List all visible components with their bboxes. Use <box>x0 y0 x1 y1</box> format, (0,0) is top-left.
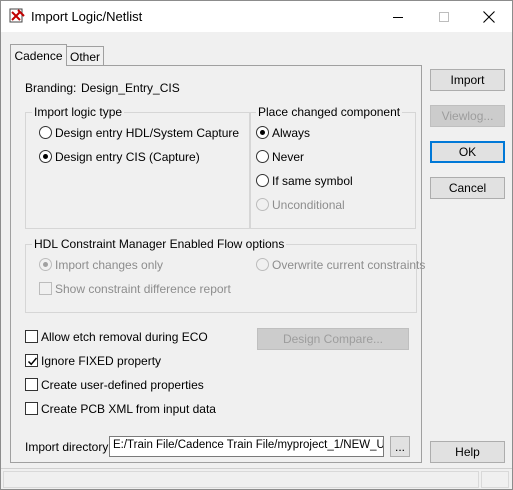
radio-design-entry-hdl[interactable] <box>39 126 52 139</box>
close-icon <box>483 10 495 23</box>
maximize-button <box>421 1 467 32</box>
tab-other[interactable]: Other <box>67 46 104 66</box>
minimize-button[interactable] <box>375 1 421 32</box>
import-directory-label: Import directory: <box>25 440 112 454</box>
radio-always[interactable] <box>256 126 269 139</box>
ok-button-label: OK <box>458 145 477 159</box>
radio-import-changes-only <box>39 258 52 271</box>
radio-overwrite-constraints-label: Overwrite current constraints <box>272 258 426 272</box>
radio-design-entry-hdl-label[interactable]: Design entry HDL/System Capture <box>55 126 239 140</box>
radio-unconditional <box>256 198 269 211</box>
help-button-label: Help <box>455 445 480 459</box>
cancel-button[interactable]: Cancel <box>430 177 505 199</box>
help-button[interactable]: Help <box>430 441 505 463</box>
window-title: Import Logic/Netlist <box>31 9 143 24</box>
checkbox-ignore-fixed[interactable] <box>25 354 38 367</box>
checkbox-allow-etch-removal-label[interactable]: Allow etch removal during ECO <box>41 330 208 344</box>
checkbox-create-user-defined[interactable] <box>25 378 38 391</box>
checkmark-icon <box>27 357 38 366</box>
radio-design-entry-cis-label[interactable]: Design entry CIS (Capture) <box>55 150 200 164</box>
radio-unconditional-label: Unconditional <box>272 198 345 212</box>
checkbox-create-pcb-xml[interactable] <box>25 402 38 415</box>
checkbox-ignore-fixed-label[interactable]: Ignore FIXED property <box>41 354 161 368</box>
import-directory-field[interactable]: E:/Train File/Cadence Train File/myproje… <box>109 436 384 457</box>
viewlog-button: Viewlog... <box>430 105 505 127</box>
close-button[interactable] <box>466 1 512 32</box>
checkbox-create-pcb-xml-label[interactable]: Create PCB XML from input data <box>41 402 216 416</box>
radio-never[interactable] <box>256 150 269 163</box>
checkbox-show-constraint-diff-label: Show constraint difference report <box>55 282 231 296</box>
branding-label: Branding: <box>25 81 77 95</box>
import-logic-dialog: Import Logic/Netlist Cadence Other Brand… <box>0 0 513 490</box>
import-directory-value: E:/Train File/Cadence Train File/myproje… <box>113 439 384 451</box>
radio-never-label[interactable]: Never <box>272 150 304 164</box>
checkbox-show-constraint-diff <box>39 282 52 295</box>
browse-directory-button[interactable]: ... <box>390 436 410 457</box>
title-bar: Import Logic/Netlist <box>1 1 512 32</box>
radio-always-label[interactable]: Always <box>272 126 310 140</box>
import-logic-type-title: Import logic type <box>32 105 125 119</box>
tab-cadence-label: Cadence <box>14 48 63 63</box>
place-changed-component-title: Place changed component <box>256 105 403 119</box>
radio-overwrite-constraints <box>256 258 269 271</box>
cancel-button-label: Cancel <box>448 181 487 195</box>
status-pane-main <box>3 471 479 488</box>
hdl-constraint-title: HDL Constraint Manager Enabled Flow opti… <box>32 237 287 251</box>
status-pane-grip <box>481 471 509 488</box>
browse-directory-label: ... <box>394 439 405 454</box>
checkbox-create-user-defined-label[interactable]: Create user-defined properties <box>41 378 204 392</box>
app-icon <box>9 8 25 24</box>
tab-other-label: Other <box>69 49 100 64</box>
tab-cadence[interactable]: Cadence <box>10 44 67 66</box>
viewlog-button-label: Viewlog... <box>441 109 494 123</box>
import-button[interactable]: Import <box>430 69 505 91</box>
hdl-constraint-group <box>25 244 417 313</box>
radio-design-entry-cis[interactable] <box>39 150 52 163</box>
import-button-label: Import <box>450 73 485 87</box>
checkbox-allow-etch-removal[interactable] <box>25 330 38 343</box>
radio-if-same-symbol[interactable] <box>256 174 269 187</box>
ok-button[interactable]: OK <box>430 141 505 163</box>
design-compare-label: Design Compare... <box>282 332 384 346</box>
minimize-icon <box>393 16 403 18</box>
status-bar <box>1 468 512 489</box>
branding-value: Design_Entry_CIS <box>81 81 180 95</box>
maximize-icon <box>439 11 449 22</box>
design-compare-button: Design Compare... <box>257 328 409 350</box>
radio-if-same-symbol-label[interactable]: If same symbol <box>272 174 353 188</box>
radio-import-changes-only-label: Import changes only <box>55 258 164 272</box>
